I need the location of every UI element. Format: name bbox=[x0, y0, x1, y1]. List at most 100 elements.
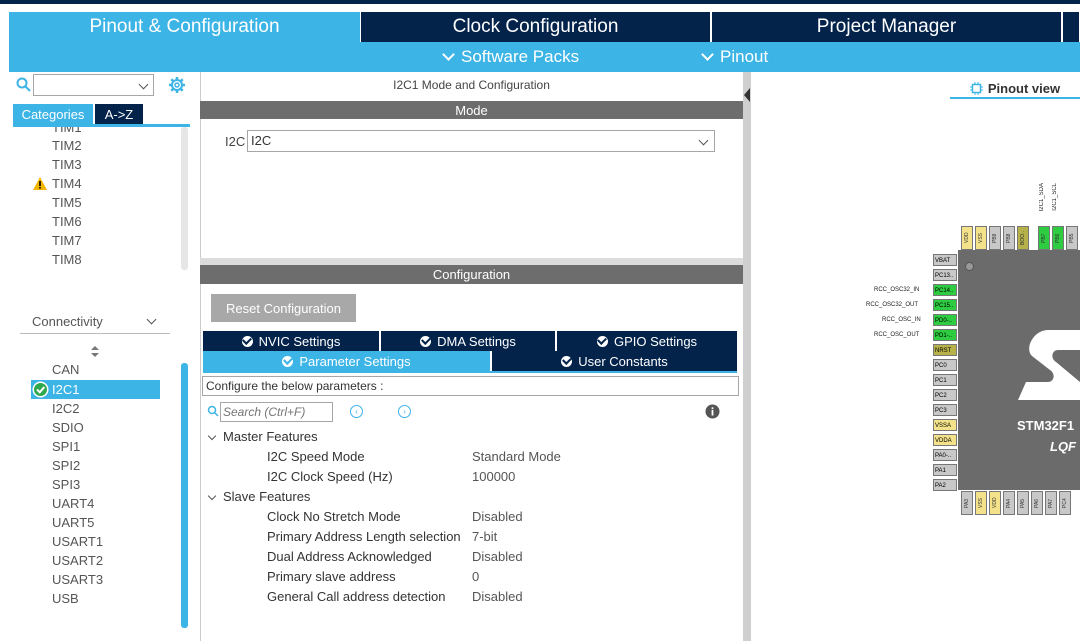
param-value[interactable]: Disabled bbox=[472, 509, 523, 524]
pin[interactable]: PA1 bbox=[933, 464, 957, 476]
previous-arrow-icon[interactable]: ‹ bbox=[350, 405, 363, 418]
pin[interactable]: PA7 bbox=[1045, 491, 1057, 515]
list-item-i2c1[interactable]: I2C1 bbox=[52, 380, 79, 399]
mcu-chip[interactable]: STM32F1 LQF bbox=[958, 250, 1080, 490]
list-item-tim2[interactable]: TIM2 bbox=[52, 136, 82, 155]
panel-splitter[interactable] bbox=[743, 72, 751, 641]
list-item-spi1[interactable]: SPI1 bbox=[52, 437, 80, 456]
pin[interactable]: PB9 bbox=[989, 226, 1001, 250]
pin[interactable]: BOO.. bbox=[1017, 226, 1029, 250]
list-item-tim5[interactable]: TIM5 bbox=[52, 193, 82, 212]
pin[interactable]: PB8 bbox=[1003, 226, 1015, 250]
list-item-tim3[interactable]: TIM3 bbox=[52, 155, 82, 174]
pin[interactable]: VDD bbox=[989, 491, 1001, 515]
search-icon[interactable] bbox=[16, 77, 31, 92]
category-search-combo[interactable] bbox=[33, 74, 154, 96]
param-value[interactable]: 0 bbox=[472, 569, 479, 584]
tab-nvic-settings[interactable]: NVIC Settings bbox=[203, 331, 379, 351]
pin[interactable]: PC14.. bbox=[933, 284, 957, 296]
gear-icon[interactable] bbox=[168, 76, 186, 94]
list-item-uart5[interactable]: UART5 bbox=[52, 513, 94, 532]
pin[interactable]: VBAT bbox=[933, 254, 957, 266]
pin[interactable]: PC2 bbox=[933, 389, 957, 401]
parameter-search-input[interactable] bbox=[220, 402, 333, 422]
pin[interactable]: PA0-.. bbox=[933, 449, 957, 461]
software-packs-menu[interactable]: Software Packs bbox=[442, 47, 579, 67]
pin[interactable]: PA4 bbox=[1003, 491, 1015, 515]
pin[interactable]: VDDA bbox=[933, 434, 957, 446]
i2c-mode-value: I2C bbox=[251, 133, 272, 148]
collapse-arrow-icon[interactable] bbox=[744, 88, 750, 102]
param-value[interactable]: 7-bit bbox=[472, 529, 497, 544]
reset-configuration-button[interactable]: Reset Configuration bbox=[211, 294, 356, 322]
param-value[interactable]: Standard Mode bbox=[472, 449, 561, 464]
check-icon bbox=[241, 335, 253, 347]
list-item-usb[interactable]: USB bbox=[52, 589, 79, 608]
list-item-spi2[interactable]: SPI2 bbox=[52, 456, 80, 475]
configuration-header: Configuration bbox=[200, 265, 743, 284]
pin[interactable]: PB7 bbox=[1038, 226, 1050, 250]
pin[interactable]: PC15.. bbox=[933, 299, 957, 311]
list-item-tim8[interactable]: TIM8 bbox=[52, 250, 82, 269]
pin[interactable]: PB6 bbox=[1052, 226, 1064, 250]
slave-features-group[interactable]: Slave Features bbox=[207, 489, 310, 504]
list-item-tim4[interactable]: TIM4 bbox=[52, 174, 82, 193]
connectivity-header[interactable]: Connectivity bbox=[32, 314, 103, 329]
tab-label: Parameter Settings bbox=[299, 353, 411, 369]
pin[interactable]: PA5 bbox=[1017, 491, 1029, 515]
panel-separator bbox=[200, 258, 743, 265]
signal-label: RCC_OSC_OUT bbox=[874, 332, 920, 338]
pin[interactable]: VSSA bbox=[933, 419, 957, 431]
pin[interactable]: PD1-.. bbox=[933, 329, 957, 341]
pin[interactable]: PA3 bbox=[961, 491, 973, 515]
param-name: Dual Address Acknowledged bbox=[267, 549, 432, 564]
tab-user-constants[interactable]: User Constants bbox=[492, 351, 737, 371]
next-arrow-icon[interactable]: › bbox=[398, 405, 411, 418]
list-item-tim6[interactable]: TIM6 bbox=[52, 212, 82, 231]
check-circle-icon bbox=[32, 381, 49, 398]
pin[interactable]: PD0-.. bbox=[933, 314, 957, 326]
pinout-menu[interactable]: Pinout bbox=[701, 47, 768, 67]
pin[interactable]: PA6 bbox=[1031, 491, 1043, 515]
i2c-mode-select[interactable]: I2C bbox=[247, 130, 715, 152]
tab-project-manager[interactable]: Project Manager bbox=[712, 12, 1062, 42]
pin[interactable]: PC1 bbox=[933, 374, 957, 386]
param-value[interactable]: Disabled bbox=[472, 589, 523, 604]
list-item-usart3[interactable]: USART3 bbox=[52, 570, 103, 589]
master-features-group[interactable]: Master Features bbox=[207, 429, 318, 444]
pinout-view-button[interactable]: Pinout view bbox=[950, 78, 1080, 98]
list-item-sdio[interactable]: SDIO bbox=[52, 418, 84, 437]
tab-categories[interactable]: Categories bbox=[13, 104, 93, 124]
tab-pinout-configuration[interactable]: Pinout & Configuration bbox=[9, 12, 360, 42]
tab-gpio-settings[interactable]: GPIO Settings bbox=[557, 331, 737, 351]
pin[interactable]: PB5 bbox=[1066, 226, 1078, 250]
pin[interactable]: PC0 bbox=[933, 359, 957, 371]
tab-a-to-z[interactable]: A->Z bbox=[95, 104, 143, 124]
list-item-i2c1-selected[interactable] bbox=[31, 380, 160, 399]
tab-tools[interactable] bbox=[1063, 12, 1080, 42]
tab-dma-settings[interactable]: DMA Settings bbox=[381, 331, 555, 351]
list-item-can[interactable]: CAN bbox=[52, 360, 79, 379]
param-value[interactable]: 100000 bbox=[472, 469, 515, 484]
pin[interactable]: VDD bbox=[961, 226, 973, 250]
tab-clock-configuration[interactable]: Clock Configuration bbox=[361, 12, 711, 42]
pin[interactable]: PC4 bbox=[1059, 491, 1071, 515]
connectivity-scrollbar[interactable] bbox=[181, 363, 188, 628]
list-item-spi3[interactable]: SPI3 bbox=[52, 475, 80, 494]
info-icon[interactable] bbox=[705, 404, 720, 419]
sort-icon[interactable] bbox=[90, 346, 100, 357]
list-item-tim7[interactable]: TIM7 bbox=[52, 231, 82, 250]
pin[interactable]: PC13.. bbox=[933, 269, 957, 281]
list-item-usart2[interactable]: USART2 bbox=[52, 551, 103, 570]
list-item-i2c2[interactable]: I2C2 bbox=[52, 399, 79, 418]
pin[interactable]: PA2 bbox=[933, 479, 957, 491]
pin[interactable]: VSS bbox=[975, 491, 987, 515]
pin[interactable]: PC3 bbox=[933, 404, 957, 416]
pin[interactable]: VSS bbox=[975, 226, 987, 250]
timers-scrollbar[interactable] bbox=[181, 127, 188, 270]
list-item-usart1[interactable]: USART1 bbox=[52, 532, 103, 551]
list-item-uart4[interactable]: UART4 bbox=[52, 494, 94, 513]
tab-parameter-settings[interactable]: Parameter Settings bbox=[203, 351, 490, 371]
pin[interactable]: NRST bbox=[933, 344, 957, 356]
param-value[interactable]: Disabled bbox=[472, 549, 523, 564]
